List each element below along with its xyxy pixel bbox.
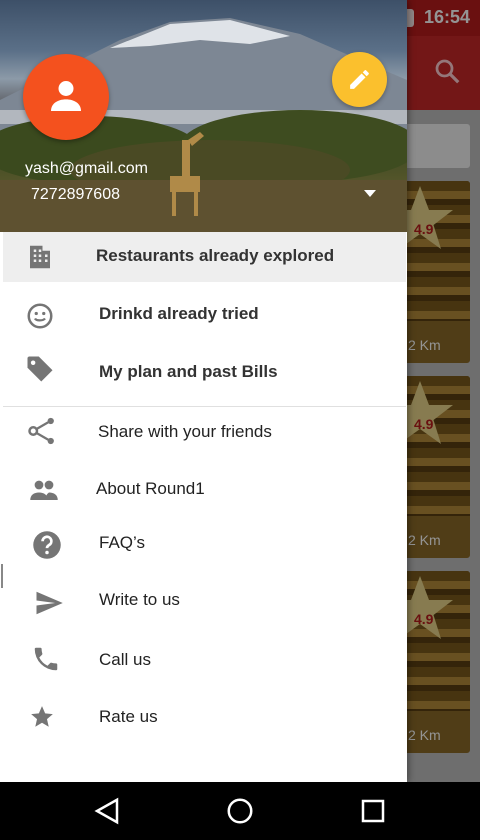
building-icon (30, 245, 50, 269)
account-email: yash@gmail.com (25, 160, 148, 177)
menu-item-restaurants-explored[interactable]: Restaurants already explored (3, 232, 406, 282)
back-icon[interactable] (92, 796, 122, 826)
tag-icon (27, 356, 53, 382)
menu-divider (3, 406, 406, 407)
menu-item-label: FAQ’s (99, 533, 145, 552)
menu-item-label: Call us (99, 650, 151, 669)
menu-item-call[interactable]: Call us (3, 636, 406, 686)
menu-item-label: Write to us (99, 590, 180, 609)
menu-item-drinks-tried[interactable]: Drinkd already tried (3, 290, 406, 340)
phone-icon (34, 647, 58, 671)
star-icon (31, 706, 53, 727)
pencil-icon (350, 70, 369, 89)
menu-item-faq[interactable]: FAQ’s (3, 519, 406, 569)
account-dropdown-icon[interactable] (364, 190, 376, 197)
recents-icon[interactable] (358, 796, 388, 826)
menu-item-label: About Round1 (96, 479, 205, 498)
account-phone: 7272897608 (31, 186, 120, 203)
menu-item-label: Rate us (99, 707, 158, 726)
share-icon (28, 417, 54, 445)
help-icon (33, 531, 61, 559)
menu-item-label: Drinkd already tried (99, 304, 259, 323)
person-icon (51, 81, 81, 111)
avatar[interactable] (23, 54, 109, 140)
menu-item-rate[interactable]: Rate us (3, 693, 406, 743)
edit-profile-button[interactable] (332, 52, 387, 107)
menu-item-label: My plan and past Bills (99, 362, 278, 381)
navigation-drawer: yash@gmail.com 7272897608 Restaurants al… (0, 0, 407, 782)
home-icon[interactable] (225, 796, 255, 826)
menu-item-about[interactable]: About Round1 (3, 465, 406, 515)
menu-item-write[interactable]: Write to us (3, 576, 406, 626)
drawer-header: yash@gmail.com 7272897608 (0, 0, 407, 232)
send-icon (36, 591, 63, 615)
menu-item-label: Restaurants already explored (96, 246, 335, 265)
menu-item-share[interactable]: Share with your friends (3, 408, 406, 458)
menu-item-label: Share with your friends (98, 422, 272, 441)
people-icon (30, 480, 58, 500)
system-navigation-bar (0, 782, 480, 840)
menu-item-plan-bills[interactable]: My plan and past Bills (3, 348, 406, 398)
smiley-icon (27, 303, 53, 329)
